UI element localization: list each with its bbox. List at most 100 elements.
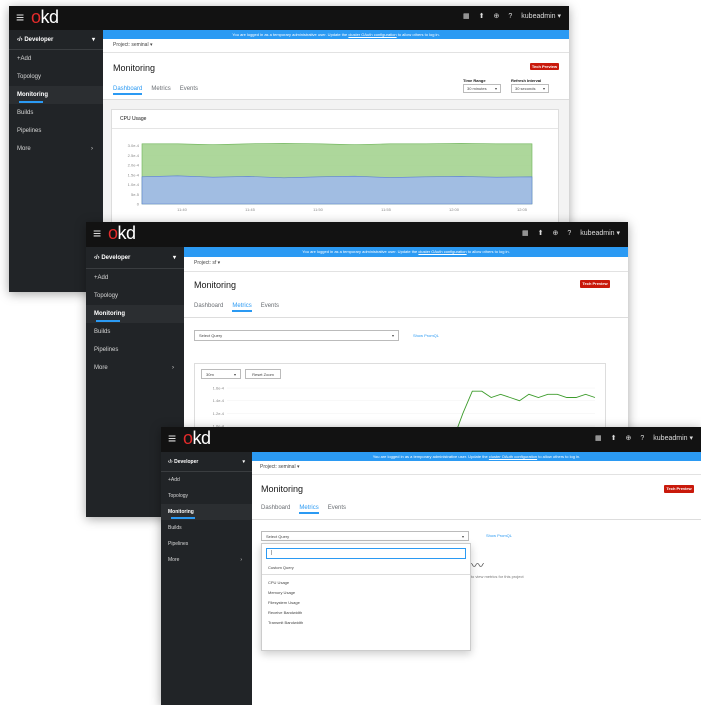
user-menu[interactable]: kubeadmin ▾ [653,434,693,442]
time-range-label: Time Range [463,78,486,83]
sidebar-item-pipelines[interactable]: Pipelines [86,341,184,359]
hamburger-icon[interactable]: ≡ [168,430,176,446]
help-icon[interactable]: ? [640,435,644,442]
oauth-config-link[interactable]: cluster OAuth configuration [348,32,396,37]
chevron-right-icon: › [91,146,93,152]
add-icon[interactable]: ⊕ [626,434,632,442]
main-content: Project: seminal ▾ Monitoring Tech Previ… [252,461,701,705]
tab-events[interactable]: Events [328,505,346,511]
sidebar-item-monitoring[interactable]: Monitoring [161,504,252,520]
page-title: Monitoring [194,280,237,290]
sidebar-item-topology[interactable]: Topology [9,68,103,86]
y-tick-label: 3.0e-4 [128,143,140,148]
show-promql-link[interactable]: Show PromQL [413,333,439,338]
time-range-select[interactable]: 30 minutes ▾ [463,84,501,93]
import-icon[interactable]: ⬆ [479,12,485,20]
okd-logo[interactable]: okd [31,7,59,28]
sidebar-item-pipelines[interactable]: Pipelines [161,536,252,552]
sidebar-item-monitoring[interactable]: Monitoring [9,86,103,104]
masthead: ≡ okd ▦ ⬆ ⊕ ? kubeadmin ▾ [86,222,628,247]
perspective-switcher[interactable]: ‹/› Developer ▾ [9,30,103,50]
x-tick-label: 11:55 [381,207,391,212]
sidebar-item-add[interactable]: +Add [86,269,184,287]
tab-metrics[interactable]: Metrics [151,86,170,92]
option-memory-usage[interactable]: Memory Usage [262,587,470,597]
import-icon[interactable]: ⬆ [538,229,544,237]
sidebar-item-more[interactable]: More › [9,140,103,158]
oauth-config-link[interactable]: cluster OAuth configuration [489,454,537,459]
sidebar-item-builds[interactable]: Builds [86,323,184,341]
hamburger-icon[interactable]: ≡ [93,225,101,241]
tab-dashboard[interactable]: Dashboard [261,505,290,511]
tab-dashboard[interactable]: Dashboard [194,303,223,309]
select-query-dropdown[interactable]: Select Query ▾ [194,330,399,341]
sidebar-item-add[interactable]: +Add [161,472,252,488]
sidebar-item-builds[interactable]: Builds [161,520,252,536]
project-selector[interactable]: Project: seminal ▾ [252,461,701,475]
y-tick-label: 5e-5 [131,192,140,197]
code-icon: ‹/› [168,458,173,465]
user-menu[interactable]: kubeadmin ▾ [521,12,561,20]
sidebar-item-builds[interactable]: Builds [9,104,103,122]
sidebar-item-topology[interactable]: Topology [161,488,252,504]
help-icon[interactable]: ? [567,230,571,237]
perspective-switcher[interactable]: ‹/› Developer ▾ [86,247,184,269]
y-tick-label: 1.6e-4 [213,386,225,391]
help-icon[interactable]: ? [508,13,512,20]
project-selector[interactable]: Project: sf ▾ [184,257,628,272]
x-tick-label: 11:50 [313,207,323,212]
chevron-right-icon: › [172,365,174,371]
show-promql-link[interactable]: Show PromQL [486,533,512,538]
tab-events[interactable]: Events [261,303,279,309]
temp-admin-banner: You are logged in as a temporary adminis… [252,452,701,461]
custom-query-option[interactable]: Custom Query [262,559,470,574]
chart-line-icon: 〰 [471,558,485,573]
okd-logo[interactable]: okd [183,428,211,449]
tab-events[interactable]: Events [180,86,198,92]
range-select[interactable]: 30m ▾ [201,369,241,379]
user-menu[interactable]: kubeadmin ▾ [580,229,620,237]
reset-zoom-button[interactable]: Reset Zoom [245,369,281,379]
app-launcher-icon[interactable]: ▦ [522,229,529,237]
refresh-interval-select[interactable]: 30 seconds ▾ [511,84,549,93]
tech-preview-badge: Tech Preview [664,485,694,493]
option-transmit-bandwidth[interactable]: Transmit Bandwidth [262,617,470,627]
y-tick-label: 1.5e-4 [128,172,140,177]
y-tick-label: 0 [137,202,140,207]
query-dropdown-menu: | Custom Query CPU Usage Memory Usage Fi… [261,543,471,651]
okd-logo[interactable]: okd [108,223,136,244]
sidebar-item-more[interactable]: More › [86,359,184,377]
y-tick-label: 1.2e-4 [213,411,225,416]
chevron-right-icon: › [240,557,242,563]
y-tick-label: 2.5e-4 [128,153,140,158]
masthead: ≡ okd ▦ ⬆ ⊕ ? kubeadmin ▾ [9,6,569,30]
app-launcher-icon[interactable]: ▦ [463,12,470,20]
import-icon[interactable]: ⬆ [611,434,617,442]
app-launcher-icon[interactable]: ▦ [595,434,602,442]
project-selector[interactable]: Project: seminal ▾ [103,39,569,53]
cpu-usage-card: CPU Usage 0 5e-5 1.0e-4 1.5e-4 2.0e-4 2.5e-4 3… [111,109,559,239]
perspective-switcher[interactable]: ‹/› Developer ▾ [161,452,252,472]
tab-metrics[interactable]: Metrics [232,303,253,312]
tab-dashboard[interactable]: Dashboard [113,86,143,95]
chevron-down-icon: ▾ [616,230,620,237]
sidebar-item-monitoring[interactable]: Monitoring [86,305,184,323]
oauth-config-link[interactable]: cluster OAuth configuration [418,249,466,254]
tab-metrics[interactable]: Metrics [299,505,320,514]
add-icon[interactable]: ⊕ [494,12,500,20]
option-filesystem-usage[interactable]: Filesystem Usage [262,597,470,607]
chevron-down-icon: ▾ [689,435,693,442]
tech-preview-badge: Tech Preview [580,280,610,288]
sidebar-item-pipelines[interactable]: Pipelines [9,122,103,140]
option-cpu-usage[interactable]: CPU Usage [262,575,470,587]
add-icon[interactable]: ⊕ [553,229,559,237]
sidebar-item-topology[interactable]: Topology [86,287,184,305]
empty-state-hint: ...en to view metrics for this project [462,574,524,579]
hamburger-icon[interactable]: ≡ [16,9,24,25]
sidebar-item-more[interactable]: More › [161,552,252,568]
sidebar-item-add[interactable]: +Add [9,50,103,68]
option-receive-bandwidth[interactable]: Receive Bandwidth [262,607,470,617]
query-search-input[interactable]: | [266,548,466,559]
refresh-interval-label: Refresh Interval [511,78,542,83]
select-query-dropdown[interactable]: Select Query ▾ [261,531,469,541]
